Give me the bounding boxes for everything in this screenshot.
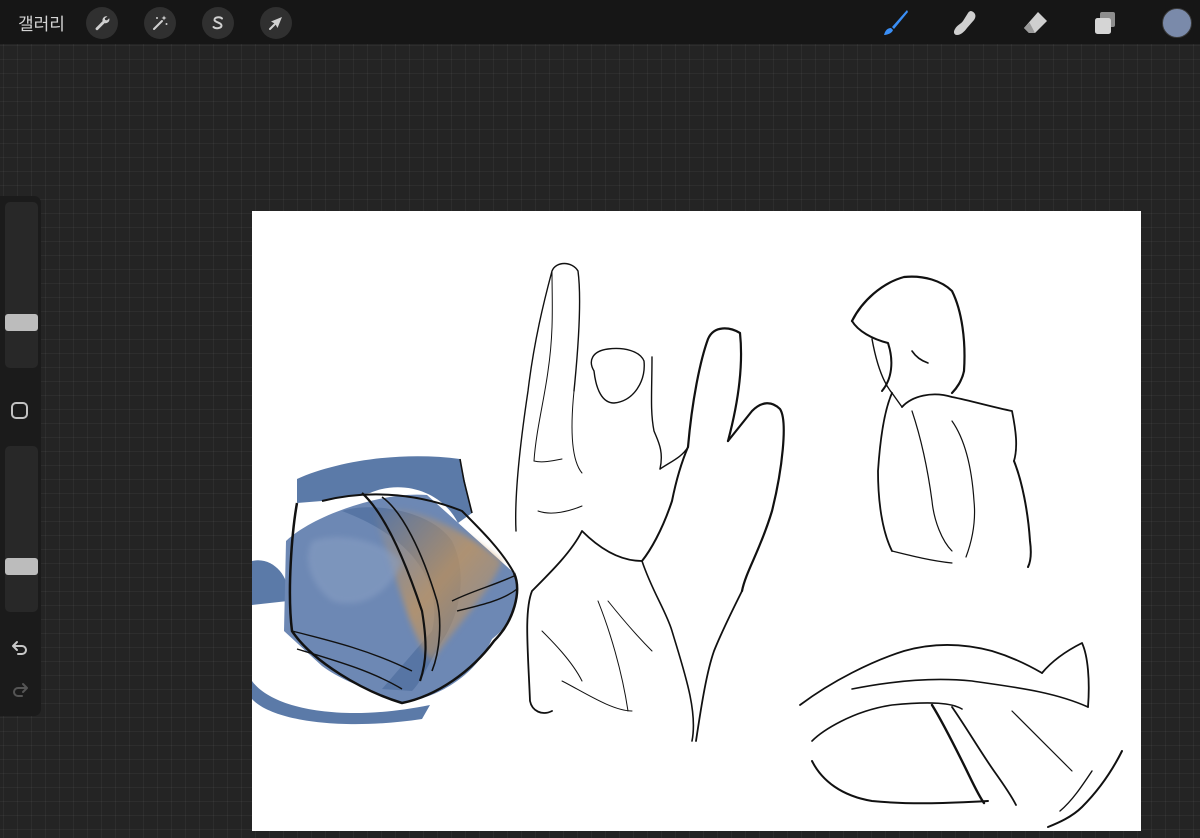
shoulder-bag-sketch bbox=[252, 456, 519, 725]
brush-size-thumb[interactable] bbox=[5, 314, 38, 331]
selection-s-icon bbox=[212, 16, 223, 30]
hooded-figure-sketch bbox=[850, 275, 1032, 568]
folded-cloth-sketch bbox=[799, 642, 1123, 828]
actions-button[interactable] bbox=[86, 7, 118, 39]
eraser-icon bbox=[1024, 12, 1047, 33]
redo-icon bbox=[13, 683, 28, 697]
arrow-cursor-icon bbox=[269, 17, 282, 30]
selection-button[interactable] bbox=[202, 7, 234, 39]
artwork bbox=[252, 262, 1123, 828]
brush-icon bbox=[884, 10, 908, 35]
color-picker-button[interactable] bbox=[1162, 8, 1192, 38]
brush-tool-button[interactable] bbox=[878, 6, 912, 40]
adjustments-button[interactable] bbox=[144, 7, 176, 39]
magic-wand-icon bbox=[153, 15, 168, 30]
opacity-slider[interactable] bbox=[5, 446, 38, 612]
modify-square-icon[interactable] bbox=[11, 402, 28, 419]
smudge-finger-icon bbox=[953, 11, 976, 35]
top-toolbar: 갤러리 bbox=[0, 0, 1200, 44]
wrench-icon bbox=[95, 16, 110, 31]
eraser-tool-button[interactable] bbox=[1018, 6, 1052, 40]
hand-sketch bbox=[515, 262, 785, 742]
layers-icon bbox=[1095, 12, 1115, 34]
redo-button[interactable] bbox=[8, 678, 32, 702]
gallery-button[interactable]: 갤러리 bbox=[18, 10, 65, 35]
brush-size-slider[interactable] bbox=[5, 202, 38, 368]
undo-button[interactable] bbox=[8, 636, 32, 660]
layers-button[interactable] bbox=[1088, 6, 1122, 40]
undo-icon bbox=[12, 641, 27, 655]
transform-button[interactable] bbox=[260, 7, 292, 39]
opacity-thumb[interactable] bbox=[5, 558, 38, 575]
drawing-canvas[interactable] bbox=[252, 211, 1141, 831]
sidebar bbox=[0, 196, 41, 716]
smudge-tool-button[interactable] bbox=[948, 6, 982, 40]
